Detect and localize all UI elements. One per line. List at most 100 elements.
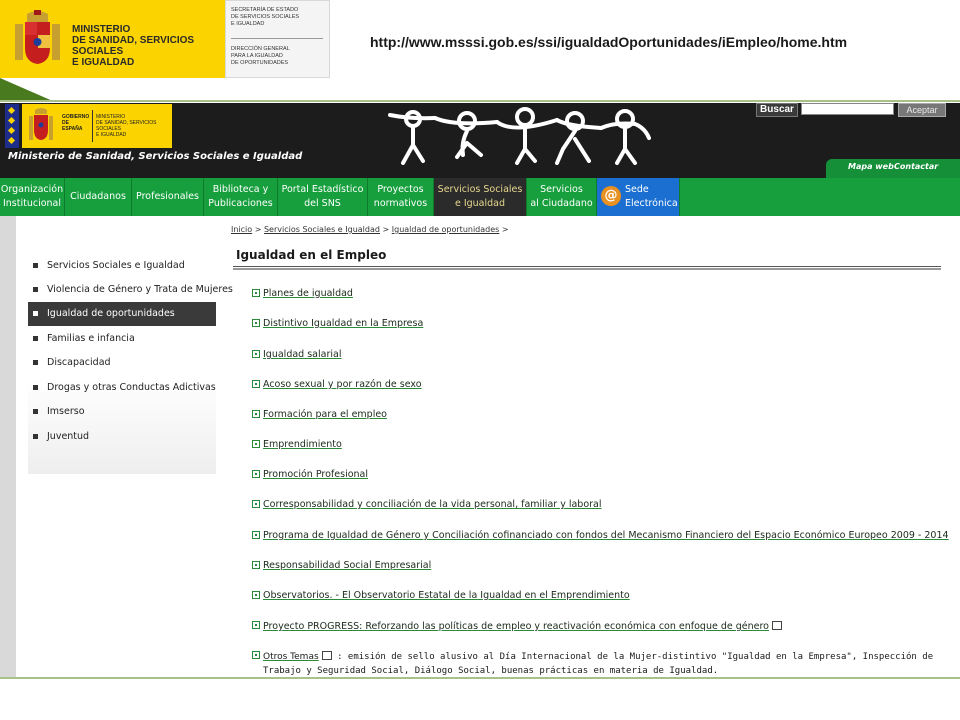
coat-of-arms-icon xyxy=(15,10,60,64)
sidebar-item-label: Juventud xyxy=(47,431,90,442)
link-distintivo[interactable]: Distintivo Igualdad en la Empresa xyxy=(263,318,423,329)
nav-biblioteca[interactable]: Biblioteca y Publicaciones xyxy=(204,178,278,216)
bullet-icon xyxy=(33,434,38,439)
sitemap-link[interactable]: Mapa web xyxy=(848,162,894,171)
nav-sede-electronica[interactable]: @ Sede Electrónica xyxy=(597,178,680,216)
left-gutter xyxy=(0,216,16,678)
bullet-icon xyxy=(33,311,38,316)
sidebar-item-label: Drogas y otras Conductas Adictivas xyxy=(47,382,216,393)
bullet-icon xyxy=(252,350,260,358)
site-title: Ministerio de Sanidad, Servicios Sociale… xyxy=(8,151,303,162)
ministry-departments: SECRETARÍA DE ESTADO DE SERVICIOS SOCIAL… xyxy=(225,0,330,78)
external-link-icon xyxy=(321,651,332,660)
sidebar: Servicios Sociales e Igualdad Violencia … xyxy=(28,234,233,474)
sidebar-item-label: Servicios Sociales e Igualdad xyxy=(47,260,185,271)
title-rule xyxy=(233,268,941,270)
contact-link[interactable]: Contactar xyxy=(894,162,938,171)
sidebar-item-label: Igualdad de oportunidades xyxy=(47,308,175,319)
link-progress[interactable]: Proyecto PROGRESS: Reforzando las políti… xyxy=(263,620,782,632)
breadcrumb-servicios-sociales[interactable]: Servicios Sociales e Igualdad xyxy=(264,225,380,234)
link-responsabilidad-social[interactable]: Responsabilidad Social Empresarial xyxy=(263,560,431,571)
external-link-icon xyxy=(772,621,782,630)
link-emprendimiento[interactable]: Emprendimiento xyxy=(263,439,342,450)
sidebar-item-imserso[interactable]: Imserso xyxy=(28,400,216,424)
breadcrumb-inicio[interactable]: Inicio xyxy=(231,225,252,234)
bullet-icon xyxy=(252,380,260,388)
bullet-icon xyxy=(33,263,38,268)
sidebar-item-servicios-sociales[interactable]: Servicios Sociales e Igualdad xyxy=(28,254,216,278)
ministerio-small-label: MINISTERIO DE SANIDAD, SERVICIOS SOCIALE… xyxy=(96,114,157,138)
sidebar-item-familias[interactable]: Familias e infancia xyxy=(28,327,216,351)
ministry-banner: MINISTERIO DE SANIDAD, SERVICIOS SOCIALE… xyxy=(0,0,330,78)
breadcrumb: Inicio > Servicios Sociales e Igualdad >… xyxy=(231,225,509,234)
link-planes-igualdad[interactable]: Planes de igualdad xyxy=(263,288,353,299)
nav-proyectos[interactable]: Proyectos normativos xyxy=(368,178,434,216)
page-title: Igualdad en el Empleo xyxy=(236,248,387,262)
nav-organizacion[interactable]: Organización Institucional xyxy=(0,178,65,216)
link-corresponsabilidad[interactable]: Corresponsabilidad y conciliación de la … xyxy=(263,499,602,510)
link-observatorios[interactable]: Observatorios. - El Observatorio Estatal… xyxy=(263,590,630,601)
sidebar-item-label: Familias e infancia xyxy=(47,333,135,344)
banner-divider xyxy=(231,38,323,39)
title-rule xyxy=(233,266,941,267)
bullet-icon xyxy=(252,500,260,508)
nav-portal-estadistico[interactable]: Portal Estadístico del SNS xyxy=(278,178,368,216)
breadcrumb-igualdad[interactable]: Igualdad de oportunidades xyxy=(392,225,500,234)
bullet-icon xyxy=(252,591,260,599)
link-igualdad-salarial[interactable]: Igualdad salarial xyxy=(263,349,341,360)
link-acoso[interactable]: Acoso sexual y por razón de sexo xyxy=(263,379,422,390)
accept-button[interactable]: Aceptar xyxy=(898,103,946,117)
site-header: GOBIERNO DE ESPAÑA MINISTERIO DE SANIDAD… xyxy=(0,103,960,178)
nav-filler xyxy=(680,178,960,216)
bullet-icon xyxy=(33,287,38,292)
breadcrumb-separator: > xyxy=(382,225,390,234)
link-programa-igualdad[interactable]: Programa de Igualdad de Género y Concili… xyxy=(263,530,949,541)
sidebar-item-juventud[interactable]: Juventud xyxy=(28,425,216,449)
coat-of-arms-icon xyxy=(29,108,53,140)
breadcrumb-separator: > xyxy=(254,225,262,234)
divider xyxy=(0,100,960,102)
sidebar-item-igualdad[interactable]: Igualdad de oportunidades xyxy=(28,302,216,326)
bullet-icon xyxy=(252,410,260,418)
ministry-logo: MINISTERIO DE SANIDAD, SERVICIOS SOCIALE… xyxy=(0,0,225,78)
link-progress-label: Proyecto PROGRESS: Reforzando las políti… xyxy=(263,621,769,632)
bullet-icon xyxy=(252,470,260,478)
bullet-icon xyxy=(252,319,260,327)
eu-flag-icon xyxy=(5,104,19,148)
main-nav: Organización Institucional Ciudadanos Pr… xyxy=(0,178,960,216)
sidebar-item-label: Discapacidad xyxy=(47,357,111,368)
otros-temas-text: : emisión de sello alusivo al Día Intern… xyxy=(263,652,934,676)
direccion-label: DIRECCIÓN GENERAL PARA LA IGUALDAD DE OP… xyxy=(231,46,290,66)
search-input[interactable] xyxy=(801,103,894,115)
nav-ciudadanos[interactable]: Ciudadanos xyxy=(65,178,132,216)
sidebar-item-discapacidad[interactable]: Discapacidad xyxy=(28,351,216,375)
nav-profesionales[interactable]: Profesionales xyxy=(132,178,204,216)
bullet-icon xyxy=(252,651,260,659)
bullet-icon xyxy=(33,336,38,341)
gobierno-label: GOBIERNO DE ESPAÑA xyxy=(62,114,90,132)
link-formacion[interactable]: Formación para el empleo xyxy=(263,409,387,420)
bullet-icon xyxy=(33,360,38,365)
nav-servicios-sociales[interactable]: Servicios Sociales e Igualdad xyxy=(434,178,527,216)
logo-divider xyxy=(92,110,93,142)
link-otros-temas[interactable]: Otros Temas xyxy=(263,652,319,662)
sidebar-item-drogas[interactable]: Drogas y otras Conductas Adictivas xyxy=(28,376,216,400)
breadcrumb-separator: > xyxy=(501,225,509,234)
nav-sede-label: Sede Electrónica xyxy=(625,184,678,209)
decorative-triangle xyxy=(0,78,55,102)
sidebar-item-label: Imserso xyxy=(47,406,85,417)
gobierno-logo[interactable]: GOBIERNO DE ESPAÑA MINISTERIO DE SANIDAD… xyxy=(22,104,172,148)
page-url: http://www.msssi.gob.es/ssi/igualdadOpor… xyxy=(370,34,848,50)
otros-temas-paragraph: Otros Temas : emisión de sello alusivo a… xyxy=(263,650,953,678)
secretaria-label: SECRETARÍA DE ESTADO DE SERVICIOS SOCIAL… xyxy=(231,7,300,27)
bullet-icon xyxy=(252,531,260,539)
link-promocion[interactable]: Promoción Profesional xyxy=(263,469,368,480)
search-button[interactable]: Buscar xyxy=(756,103,798,117)
nav-servicios-ciudadano[interactable]: Servicios al Ciudadano xyxy=(527,178,597,216)
bullet-icon xyxy=(252,440,260,448)
sidebar-item-label: Violencia de Género y Trata de Mujeres xyxy=(47,284,233,295)
tools-bar: Mapa web Contactar xyxy=(826,159,960,178)
sidebar-item-violencia[interactable]: Violencia de Género y Trata de Mujeres xyxy=(28,278,233,302)
bullet-icon xyxy=(252,561,260,569)
bullet-icon xyxy=(33,385,38,390)
